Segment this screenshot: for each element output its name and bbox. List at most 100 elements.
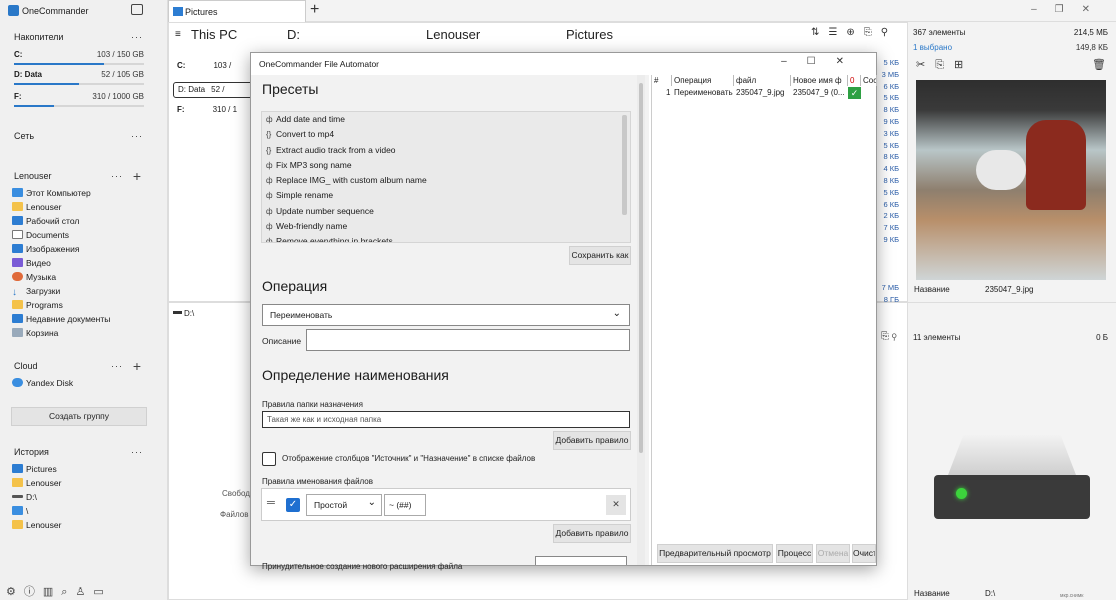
save-as-button[interactable]: Сохранить как xyxy=(569,246,631,265)
preset-item[interactable]: {} Convert to mp4 xyxy=(262,127,630,142)
new-tab-button[interactable]: + xyxy=(310,1,319,19)
history-more-button[interactable]: ··· xyxy=(128,447,146,461)
grid-header-num[interactable]: # xyxy=(652,75,672,86)
drag-handle-icon[interactable]: ═ xyxy=(267,497,275,509)
cut-icon[interactable]: ✂ xyxy=(916,59,935,71)
preset-item[interactable]: ф Simple rename xyxy=(262,188,630,203)
drive-f[interactable]: F: 310 / 1000 GB xyxy=(14,92,144,118)
close-icon[interactable]: ✕ xyxy=(1082,4,1108,15)
rule-type-select[interactable]: Простой ⌄ xyxy=(306,494,382,516)
presets-list[interactable]: ф Add date and time{} Convert to mp4{} Extr… xyxy=(261,111,631,243)
list-item[interactable]: ↓ Загрузки xyxy=(12,284,110,298)
list-item[interactable]: Недавние документы xyxy=(12,312,110,326)
network-more-button[interactable]: ··· xyxy=(128,131,146,145)
process-button[interactable]: Процесс xyxy=(776,544,813,563)
list-item[interactable]: Этот Компьютер xyxy=(12,186,110,200)
list-item[interactable]: Видео xyxy=(12,256,110,270)
preset-item[interactable]: ф Fix MP3 song name xyxy=(262,158,630,173)
maximize-icon[interactable]: ❐ xyxy=(1055,4,1082,15)
remove-rule-icon[interactable]: ✕ xyxy=(606,495,626,515)
drives-more-button[interactable]: ··· xyxy=(128,32,146,46)
grid-header-file[interactable]: файл xyxy=(734,75,791,86)
list-item[interactable]: Pictures xyxy=(12,462,61,476)
preset-item[interactable]: ф Remove everything in brackets xyxy=(262,234,630,242)
preset-item[interactable]: {} Extract audio track from a video xyxy=(262,143,630,158)
clear-button[interactable]: Очист xyxy=(852,544,876,563)
presets-scrollbar[interactable] xyxy=(622,115,627,215)
preset-icon: ф xyxy=(266,176,273,186)
preset-item[interactable]: ф Replace IMG_ with custom album name xyxy=(262,173,630,188)
paste-icon[interactable]: ⊞ xyxy=(954,59,973,71)
minimize-icon[interactable]: – xyxy=(781,56,807,67)
add-icon[interactable]: ⊕ xyxy=(846,27,863,38)
favorites-more-button[interactable]: ··· xyxy=(108,171,126,185)
preset-item[interactable]: ф Web-friendly name xyxy=(262,219,630,234)
list-item[interactable]: Рабочий стол xyxy=(12,214,110,228)
list-item[interactable]: Lenouser xyxy=(12,200,110,214)
list-item[interactable]: Lenouser xyxy=(12,518,61,532)
copy-icon[interactable]: ⎘ xyxy=(935,59,954,71)
copy-icon[interactable]: ⎘ xyxy=(864,27,881,38)
menu-icon[interactable]: ≡ xyxy=(175,29,181,40)
settings-icon[interactable]: ⚙ xyxy=(6,586,24,598)
show-columns-checkbox[interactable] xyxy=(262,452,276,466)
video-icon xyxy=(12,258,23,267)
preset-item[interactable]: ф Add date and time xyxy=(262,112,630,127)
lower-toolbar-icon[interactable]: ⎘ ⚲ xyxy=(881,331,897,342)
tab-pictures[interactable]: Pictures xyxy=(168,0,306,22)
sort-icon[interactable]: ⇅ xyxy=(811,27,828,38)
screen-icon[interactable]: ▭ xyxy=(93,586,111,598)
list-item[interactable]: D:\ xyxy=(12,490,61,504)
add-favorite-button[interactable]: + xyxy=(130,169,144,183)
create-group-button[interactable]: Создать группу xyxy=(11,407,147,426)
rule-enabled-checkbox[interactable]: ✓ xyxy=(286,498,300,512)
add-cloud-button[interactable]: + xyxy=(130,359,144,373)
list-item[interactable]: \ xyxy=(12,504,61,518)
list-item[interactable]: Музыка xyxy=(12,270,110,284)
drive-d-row[interactable]: D: Data 52 / xyxy=(173,82,253,98)
list-view-icon[interactable]: ☰ xyxy=(828,27,846,38)
grid-header-errors[interactable]: 0 xyxy=(848,75,861,86)
info-icon[interactable]: ⓘ xyxy=(24,586,43,598)
dest-folder-input[interactable]: Такая же как и исходная папка xyxy=(262,411,630,428)
list-item[interactable]: Изображения xyxy=(12,242,110,256)
filter-icon[interactable]: ⚲ xyxy=(881,27,897,38)
minimize-icon[interactable]: – xyxy=(1031,4,1055,15)
cancel-button[interactable]: Отмена xyxy=(816,544,850,563)
column-header-pictures[interactable]: Pictures xyxy=(566,27,613,42)
layout-icon[interactable] xyxy=(131,4,143,15)
force-ext-input[interactable] xyxy=(535,556,627,565)
column-header-d[interactable]: D: xyxy=(287,27,300,42)
rule-pattern-input[interactable]: ~ (##) xyxy=(384,494,426,516)
preset-item[interactable]: ф Update number sequence xyxy=(262,204,630,219)
grid-header-new-name[interactable]: Новое имя ф xyxy=(791,75,848,86)
grid-row[interactable]: 1 Переименовать 235047_9.jpg 235047_9 (0… xyxy=(652,87,877,99)
drive-c-row[interactable]: C: 103 / xyxy=(177,61,231,70)
list-item[interactable]: Lenouser xyxy=(12,476,61,490)
delete-icon[interactable]: 🗑 xyxy=(1092,58,1106,71)
add-file-rule-button[interactable]: Добавить правило xyxy=(553,524,631,543)
list-item[interactable]: Documents xyxy=(12,228,110,242)
search-icon[interactable]: ⌕ xyxy=(61,586,75,598)
lower-path[interactable]: D:\ xyxy=(173,309,194,318)
column-header-lenouser[interactable]: Lenouser xyxy=(426,27,480,42)
window-controls: –❐✕ xyxy=(1031,4,1108,15)
close-icon[interactable]: ✕ xyxy=(836,56,864,67)
list-item[interactable]: Корзина xyxy=(12,326,110,340)
column-header-this-pc[interactable]: This PC xyxy=(191,27,237,42)
maximize-icon[interactable]: ☐ xyxy=(807,56,836,67)
cloud-more-button[interactable]: ··· xyxy=(108,361,126,375)
selected-size: 149,8 КБ xyxy=(1075,43,1108,52)
description-input[interactable] xyxy=(306,329,630,351)
list-item[interactable]: Yandex Disk xyxy=(12,376,73,390)
left-scrollbar[interactable] xyxy=(637,75,645,565)
operation-select[interactable]: Переименовать ⌄ xyxy=(262,304,630,326)
grid-header-operation[interactable]: Операция xyxy=(672,75,734,86)
grid-header-status[interactable]: Сос xyxy=(861,75,877,86)
panels-icon[interactable]: ▥ xyxy=(43,586,61,598)
drive-f-row[interactable]: F: 310 / 1 xyxy=(177,105,237,114)
add-dest-rule-button[interactable]: Добавить правило xyxy=(553,431,631,450)
list-item[interactable]: Programs xyxy=(12,298,110,312)
user-icon[interactable]: ♙ xyxy=(75,586,93,598)
preview-button[interactable]: Предварительный просмотр xyxy=(657,544,773,563)
